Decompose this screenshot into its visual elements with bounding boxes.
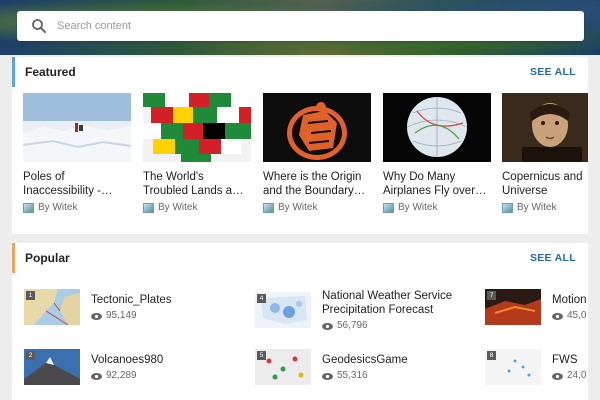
featured-card-thumbnail[interactable] [502, 93, 588, 162]
popular-item-thumbnail[interactable]: 8 [485, 349, 541, 385]
popular-item-title[interactable]: Volcanoes980 [91, 353, 163, 367]
popular-item-thumbnail[interactable]: 7 [485, 289, 541, 325]
featured-card-thumbnail[interactable] [383, 93, 491, 162]
popular-item-views: 45,0 [552, 310, 587, 321]
featured-card-title[interactable]: Copernicus and Universe [502, 170, 588, 198]
featured-panel: Featured SEE ALL Poles of Inaccessibilit… [12, 57, 588, 234]
popular-item-views: 92,289 [91, 370, 163, 381]
featured-header: Featured SEE ALL [12, 57, 588, 87]
popular-item[interactable]: 4 National Weather Service Precipitation… [255, 289, 472, 331]
featured-card-title[interactable]: Poles of Inaccessibility -… [23, 170, 131, 198]
popular-item-thumbnail[interactable]: 4 [255, 292, 311, 328]
popular-see-all-link[interactable]: SEE ALL [530, 252, 576, 264]
web-map-icon [143, 202, 154, 213]
featured-card[interactable]: Poles of Inaccessibility -… By Witek [23, 93, 131, 213]
popular-item-view-count: 45,0 [567, 310, 587, 321]
popular-item-title[interactable]: Tectonic_Plates [91, 293, 172, 307]
eye-icon [91, 312, 102, 320]
featured-card-thumbnail[interactable] [263, 93, 371, 162]
web-map-icon [383, 202, 394, 213]
eye-icon [552, 372, 563, 380]
popular-item-view-count: 95,149 [106, 310, 137, 321]
web-map-icon [23, 202, 34, 213]
search-bar[interactable] [17, 11, 584, 41]
featured-card-title[interactable]: Where is the Origin and the Boundary… [263, 170, 371, 198]
popular-item-title[interactable]: FWS [552, 353, 586, 367]
popular-item-thumbnail[interactable]: 2 [24, 349, 80, 385]
popular-item-thumbnail[interactable]: 5 [255, 349, 311, 385]
eye-icon [322, 372, 333, 380]
web-map-icon [263, 202, 274, 213]
popular-item-views: 55,316 [322, 370, 408, 381]
popular-item[interactable]: 5 GeodesicsGame 55,316 [255, 349, 408, 385]
rank-badge: 2 [26, 351, 35, 360]
featured-card[interactable]: Copernicus and Universe By Witek [502, 93, 588, 213]
featured-title: Featured [25, 65, 76, 79]
featured-card-author: By Witek [158, 202, 198, 213]
featured-card-meta: By Witek [383, 202, 491, 213]
popular-title: Popular [25, 251, 70, 265]
featured-card[interactable]: The World's Troubled Lands a… By Witek [143, 93, 251, 213]
popular-item-view-count: 24,0 [567, 370, 587, 381]
earth-banner [0, 0, 600, 55]
search-icon [31, 18, 47, 34]
rank-badge: 5 [257, 351, 266, 360]
featured-cards: Poles of Inaccessibility -… By Witek The… [12, 87, 588, 227]
featured-card-meta: By Witek [23, 202, 131, 213]
popular-item[interactable]: 7 Motion 45,0 [485, 289, 587, 325]
featured-card-author: By Witek [398, 202, 438, 213]
popular-item-views: 56,796 [322, 320, 472, 331]
search-input[interactable] [57, 20, 537, 32]
featured-card-author: By Witek [38, 202, 78, 213]
featured-card-title[interactable]: The World's Troubled Lands a… [143, 170, 251, 198]
popular-item[interactable]: 2 Volcanoes980 92,289 [24, 349, 163, 385]
featured-card[interactable]: Where is the Origin and the Boundary… By… [263, 93, 371, 213]
rank-badge: 4 [257, 294, 266, 303]
rank-badge: 1 [26, 291, 35, 300]
eye-icon [322, 322, 333, 330]
featured-see-all-link[interactable]: SEE ALL [530, 66, 576, 78]
popular-item-views: 95,149 [91, 310, 172, 321]
eye-icon [91, 372, 102, 380]
popular-item[interactable]: 1 Tectonic_Plates 95,149 [24, 289, 172, 325]
featured-card[interactable]: Why Do Many Airplanes Fly over… By Witek [383, 93, 491, 213]
featured-card-meta: By Witek [502, 202, 588, 213]
popular-header: Popular SEE ALL [12, 243, 588, 273]
popular-item-title[interactable]: Motion [552, 293, 587, 307]
popular-item[interactable]: 8 FWS 24,0 [485, 349, 586, 385]
popular-item-title[interactable]: National Weather Service Precipitation F… [322, 289, 472, 317]
rank-badge: 7 [487, 291, 496, 300]
popular-item-view-count: 56,796 [337, 320, 368, 331]
featured-card-author: By Witek [278, 202, 318, 213]
web-map-icon [502, 202, 513, 213]
featured-card-thumbnail[interactable] [23, 93, 131, 162]
popular-item-thumbnail[interactable]: 1 [24, 289, 80, 325]
popular-list: 1 Tectonic_Plates 95,149 4 National Weat… [12, 273, 588, 393]
featured-card-thumbnail[interactable] [143, 93, 251, 162]
rank-badge: 8 [487, 351, 496, 360]
popular-item-view-count: 55,316 [337, 370, 368, 381]
eye-icon [552, 312, 563, 320]
featured-card-title[interactable]: Why Do Many Airplanes Fly over… [383, 170, 491, 198]
featured-card-meta: By Witek [143, 202, 251, 213]
popular-item-view-count: 92,289 [106, 370, 137, 381]
popular-item-views: 24,0 [552, 370, 586, 381]
popular-panel: Popular SEE ALL 1 Tectonic_Plates 95,149… [12, 243, 588, 400]
featured-card-author: By Witek [517, 202, 557, 213]
popular-item-title[interactable]: GeodesicsGame [322, 353, 408, 367]
featured-card-meta: By Witek [263, 202, 371, 213]
